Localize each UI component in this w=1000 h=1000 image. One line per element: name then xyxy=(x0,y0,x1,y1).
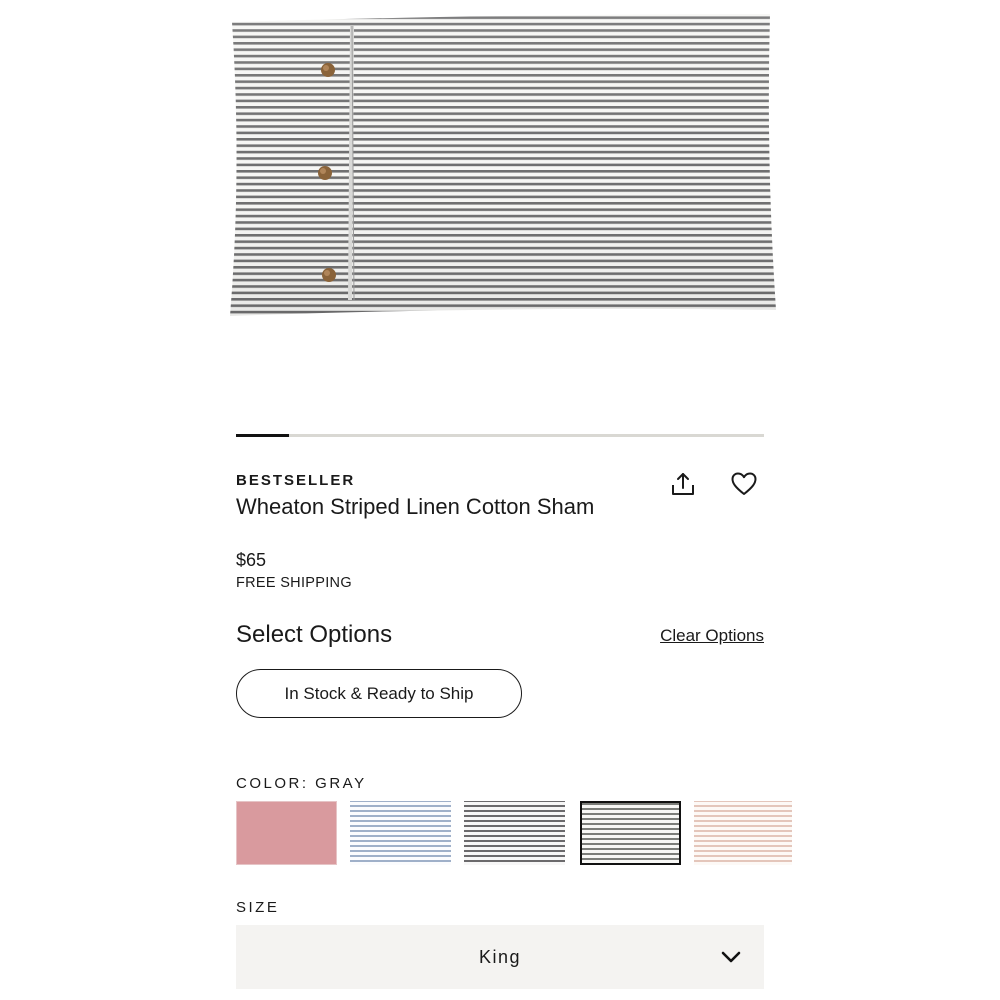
size-select[interactable]: King xyxy=(236,925,764,989)
bestseller-badge: BESTSELLER xyxy=(236,472,356,489)
product-image[interactable] xyxy=(228,10,780,322)
wishlist-button[interactable] xyxy=(726,466,762,502)
wood-button xyxy=(318,166,332,180)
clear-options-link[interactable]: Clear Options xyxy=(660,626,764,646)
color-swatch-pink[interactable] xyxy=(236,801,337,865)
size-label: SIZE xyxy=(236,899,280,916)
size-selected-value: King xyxy=(478,946,522,967)
product-title: Wheaton Striped Linen Cotton Sham xyxy=(236,494,595,519)
heart-icon xyxy=(731,472,757,495)
color-swatch-sand-stripe[interactable] xyxy=(694,801,792,865)
carousel-progress[interactable] xyxy=(236,434,764,437)
chevron-down-icon xyxy=(721,951,741,963)
color-swatch-blue-stripe[interactable] xyxy=(350,801,451,865)
color-label: COLOR: GRAY xyxy=(236,775,367,792)
color-swatch-charcoal-stripe[interactable] xyxy=(464,801,565,865)
color-swatch-gray-stripe-selected[interactable] xyxy=(580,801,681,865)
product-page: BESTSELLER Wheaton Striped Linen Cotton … xyxy=(0,0,1000,1000)
carousel-progress-fill xyxy=(236,434,289,437)
product-price: $65 xyxy=(236,550,267,570)
share-button[interactable] xyxy=(665,466,701,502)
shipping-info: FREE SHIPPING xyxy=(236,575,352,591)
in-stock-filter-button[interactable]: In Stock & Ready to Ship xyxy=(236,669,522,718)
share-icon xyxy=(672,473,694,495)
select-options-heading: Select Options xyxy=(236,621,393,648)
color-swatches xyxy=(236,801,792,867)
wood-button xyxy=(322,268,336,282)
wood-button xyxy=(321,63,335,77)
